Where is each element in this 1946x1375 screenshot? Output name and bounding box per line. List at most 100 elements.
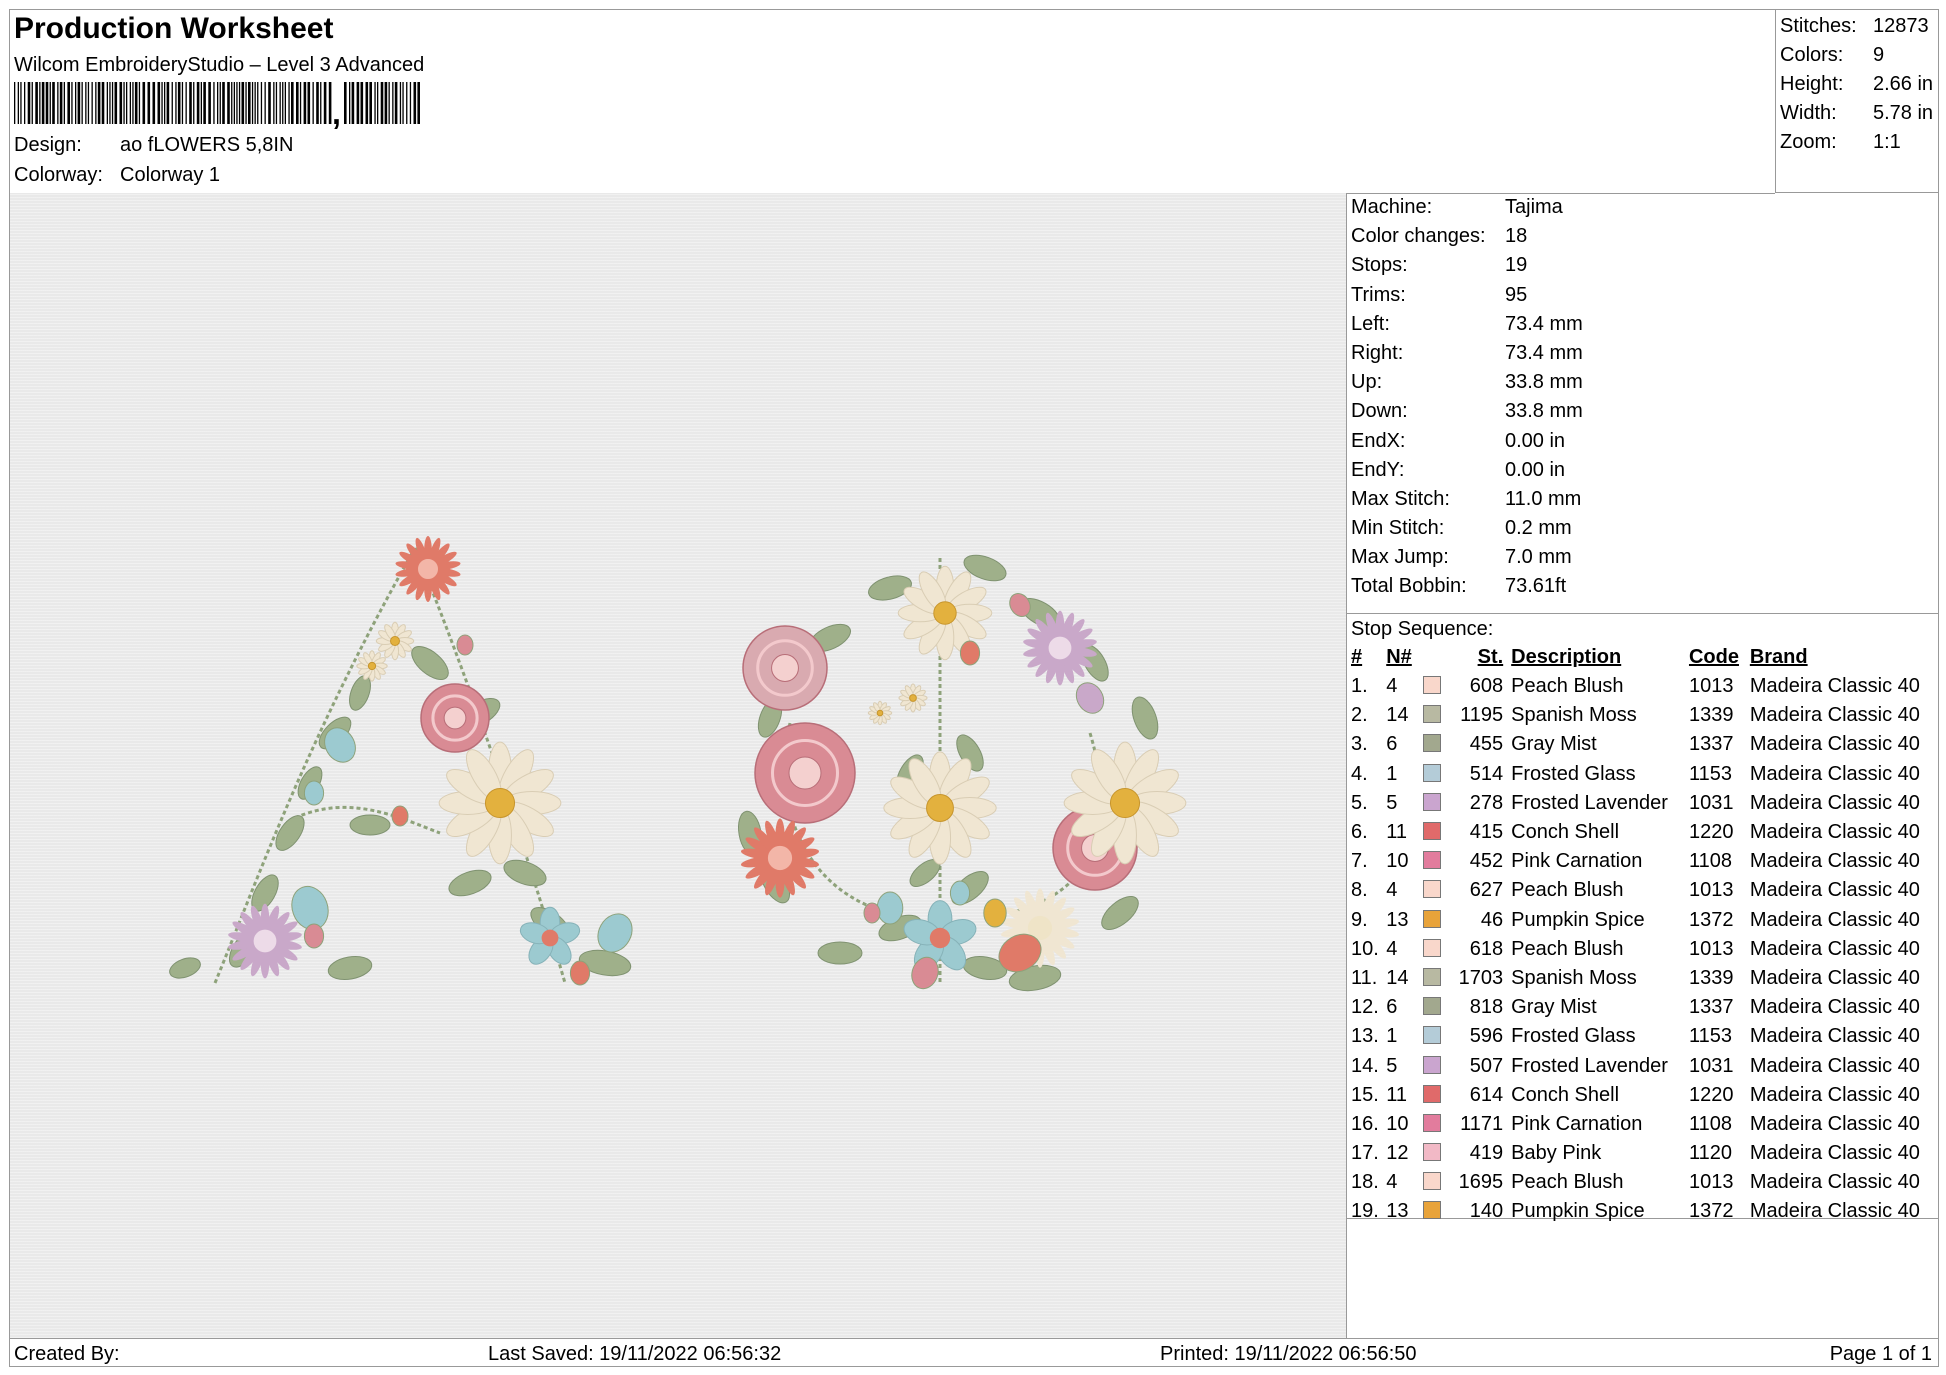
- color-swatch-cell: [1423, 847, 1448, 876]
- thread-brand: Madeira Classic 40: [1749, 966, 1920, 989]
- thread-description: Gray Mist: [1511, 733, 1597, 756]
- thread-brand: Madeira Classic 40: [1749, 1025, 1920, 1048]
- color-swatch-cell: [1423, 1168, 1448, 1197]
- software-name: Wilcom EmbroideryStudio – Level 3 Advanc…: [14, 54, 425, 76]
- color-swatch: [1423, 1172, 1442, 1191]
- color-swatch: [1423, 967, 1442, 986]
- stop-index: 10.: [1351, 937, 1379, 960]
- thread-description: Peach Blush: [1511, 879, 1624, 902]
- table-row: 18. 4 1695 Peach Blush 1013 Madeira Classic 4…: [1351, 1168, 1938, 1197]
- bud: [303, 780, 325, 806]
- color-swatch-cell: [1423, 701, 1448, 730]
- info-value: 73.61ft: [1505, 575, 1567, 598]
- rose-center: [771, 654, 799, 682]
- colorway-label: Colorway:: [14, 164, 103, 186]
- thread-brand: Madeira Classic 40: [1749, 850, 1920, 873]
- needle-number: 14: [1386, 966, 1409, 989]
- stat-value: 12873: [1873, 15, 1929, 37]
- color-swatch-cell: [1423, 789, 1448, 818]
- thread-description: Baby Pink: [1511, 1142, 1602, 1165]
- stitch-count: 455: [1469, 733, 1504, 756]
- thread-brand: Madeira Classic 40: [1749, 1200, 1920, 1223]
- table-row: 19. 13 140 Pumpkin Spice 1372 Madeira Classic…: [1351, 1197, 1938, 1226]
- stop-index: 1.: [1351, 675, 1368, 698]
- info-row: Max Stitch: 11.0 mm: [1347, 485, 1938, 514]
- stitch-count: 608: [1469, 675, 1504, 698]
- flower-center: [929, 927, 951, 949]
- info-value: 0.00 in: [1505, 458, 1566, 481]
- info-row: Color changes: 18: [1347, 222, 1938, 251]
- stitch-count: 614: [1469, 1083, 1504, 1106]
- leaf: [448, 869, 492, 897]
- thread-brand: Madeira Classic 40: [1749, 733, 1920, 756]
- table-row: 1. 4 608 Peach Blush 1013 Madeira Classic 40: [1351, 672, 1938, 701]
- table-row: 6. 11 415 Conch Shell 1220 Madeira Classic 40: [1351, 818, 1938, 847]
- bud: [569, 960, 591, 986]
- info-label: Down:: [1351, 400, 1408, 423]
- thread-code: 1372: [1688, 1200, 1734, 1223]
- thread-code: 1120: [1688, 1142, 1732, 1165]
- stop-index: 13.: [1351, 1025, 1379, 1048]
- table-row: 16. 10 1171 Pink Carnation 1108 Madeira Class…: [1351, 1110, 1938, 1139]
- color-swatch: [1423, 1084, 1442, 1103]
- daisy-center: [390, 636, 400, 646]
- table-row: 8. 4 627 Peach Blush 1013 Madeira Classic 40: [1351, 876, 1938, 905]
- table-row: 11. 14 1703 Spanish Moss 1339 Madeira Classic…: [1351, 964, 1938, 993]
- worksheet-header: Production Worksheet Wilcom EmbroiderySt…: [10, 10, 1775, 194]
- color-swatch-cell: [1423, 1197, 1448, 1226]
- machine-info: Machine: Tajima Color changes: 18 Stops: 19 Tr…: [1347, 193, 1938, 1338]
- stop-index: 5.: [1351, 791, 1368, 814]
- thread-code: 1153: [1688, 762, 1732, 785]
- stop-index: 11.: [1351, 966, 1378, 989]
- thread-description: Peach Blush: [1511, 937, 1624, 960]
- color-swatch: [1423, 880, 1442, 899]
- color-swatch: [1423, 763, 1442, 782]
- info-row: EndY: 0.00 in: [1347, 456, 1938, 485]
- info-value: 7.0 mm: [1505, 546, 1572, 569]
- thread-code: 1220: [1688, 1083, 1734, 1106]
- color-swatch: [1423, 705, 1442, 724]
- thread-brand: Madeira Classic 40: [1749, 879, 1920, 902]
- leaf: [817, 941, 863, 965]
- col-stitches: St.: [1477, 646, 1504, 668]
- info-label: Total Bobbin:: [1351, 575, 1467, 598]
- color-swatch-cell: [1423, 672, 1448, 701]
- thread-brand: Madeira Classic 40: [1749, 1142, 1920, 1165]
- info-label: Right:: [1351, 341, 1404, 364]
- thread-brand: Madeira Classic 40: [1749, 1112, 1920, 1135]
- col-needle: N#: [1386, 646, 1412, 668]
- info-value: 11.0 mm: [1505, 487, 1582, 510]
- table-row: 9. 13 46 Pumpkin Spice 1372 Madeira Classic 4…: [1351, 906, 1938, 935]
- daisy-center: [367, 661, 377, 671]
- info-label: Max Jump:: [1351, 546, 1449, 569]
- stop-index: 12.: [1351, 996, 1379, 1019]
- stop-index: 19.: [1351, 1200, 1379, 1223]
- thread-brand: Madeira Classic 40: [1749, 1171, 1920, 1194]
- table-row: 5. 5 278 Frosted Lavender 1031 Madeira Classi…: [1351, 789, 1938, 818]
- info-value: 0.00 in: [1505, 429, 1566, 452]
- daisy-center: [876, 709, 884, 717]
- spiky-center: [252, 928, 278, 954]
- stitch-count: 507: [1469, 1054, 1504, 1077]
- color-swatch-cell: [1423, 730, 1448, 759]
- leaf: [1101, 896, 1139, 930]
- stop-index: 18.: [1351, 1171, 1379, 1194]
- color-swatch: [1423, 997, 1442, 1016]
- thread-code: 1013: [1688, 937, 1734, 960]
- thread-code: 1031: [1688, 791, 1734, 814]
- info-label: Left:: [1351, 312, 1390, 335]
- thread-description: Frosted Lavender: [1511, 1054, 1668, 1077]
- thread-description: Frosted Lavender: [1511, 791, 1668, 814]
- stat-row: Zoom: 1:1: [1780, 128, 1938, 157]
- stop-index: 8.: [1351, 879, 1368, 902]
- info-row: Left: 73.4 mm: [1347, 310, 1938, 339]
- stop-table: # N# St. Description Code Brand 1. 4 608 Pe…: [1351, 643, 1938, 1227]
- info-row: Trims: 95: [1347, 281, 1938, 310]
- col-description: Description: [1511, 646, 1622, 668]
- needle-number: 4: [1386, 937, 1398, 960]
- thread-description: Frosted Glass: [1511, 762, 1636, 785]
- bud: [391, 805, 409, 827]
- info-label: Min Stitch:: [1351, 517, 1445, 540]
- thread-code: 1153: [1688, 1025, 1732, 1048]
- stat-label: Stitches:: [1780, 15, 1857, 37]
